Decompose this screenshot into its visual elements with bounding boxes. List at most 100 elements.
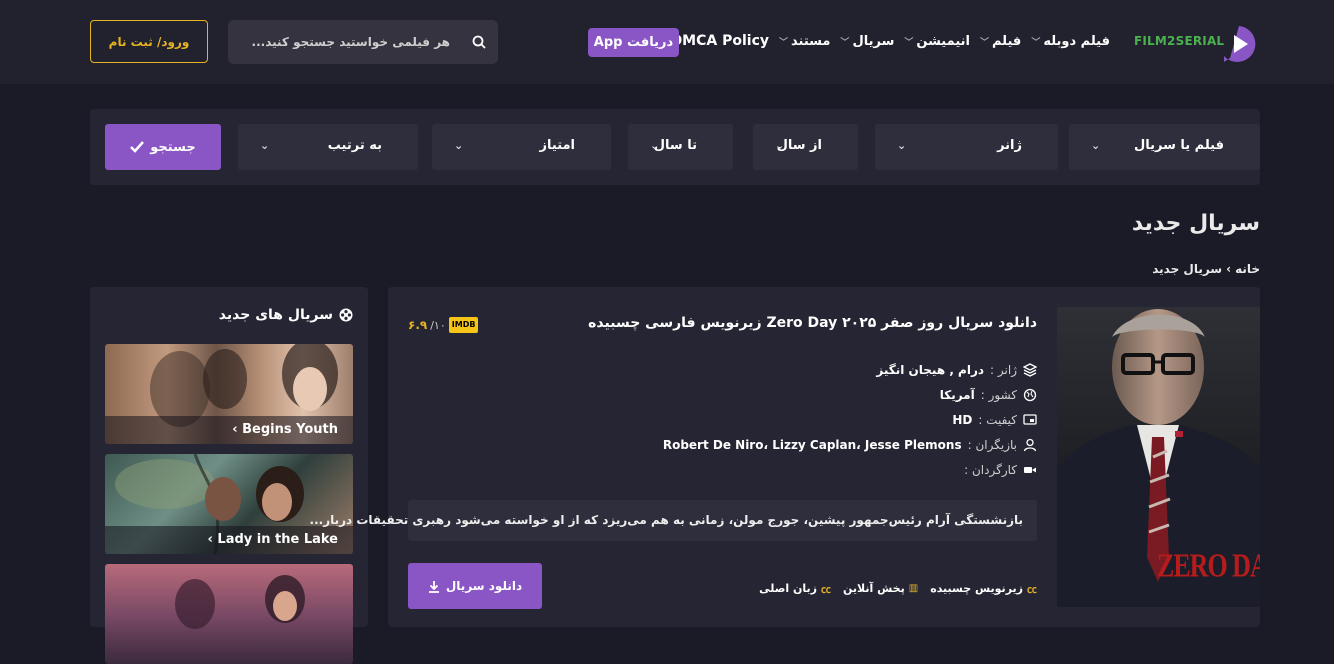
nav-item-dubbed-movies[interactable]: فیلم دوبله ﹀: [1031, 34, 1110, 49]
meta-value: Robert De Niro، Lizzy Caplan، Jesse Plem…: [662, 437, 962, 452]
tag-online-stream: ▥ پخش آنلاین: [843, 581, 918, 596]
series-card-caption: Lady in the Lake ›: [105, 526, 353, 554]
filter-search-button[interactable]: جستجو: [105, 124, 221, 170]
filter-label: امتیاز: [539, 138, 575, 153]
breadcrumb-current: سریال جدید: [1152, 262, 1223, 276]
tag-hardsub: ㏄ زیرنویس چسبیده: [930, 581, 1037, 596]
series-card-begins-youth[interactable]: Begins Youth ›: [105, 344, 353, 444]
language-icon: ㏄: [821, 585, 832, 596]
nav-item-animation[interactable]: انیمیشن ﹀: [904, 34, 970, 49]
user-icon: [1023, 438, 1037, 451]
search-input[interactable]: [228, 20, 456, 64]
chevron-down-icon: ﹀: [840, 37, 850, 48]
chevron-down-icon: ﹀: [904, 37, 914, 48]
series-card-lady-in-the-lake[interactable]: Lady in the Lake ›: [105, 454, 353, 554]
download-label: دانلود سریال: [445, 579, 523, 593]
chevron-down-icon: ⌄: [650, 139, 660, 152]
post-title[interactable]: دانلود سریال روز صفر Zero Day ۲۰۲۵ زیرنو…: [588, 315, 1037, 331]
meta-value: HD: [952, 412, 973, 427]
tag-original-language: ㏄ زبان اصلی: [759, 581, 831, 596]
login-label: ورود/ ثبت نام: [108, 34, 190, 49]
nav-label: مستند: [791, 33, 831, 49]
get-app-button[interactable]: دریافت App: [588, 28, 679, 57]
search-box: [228, 20, 498, 64]
post-card: ZERO DAY دانلود سریال روز صفر Zero Day ۲…: [310, 287, 1260, 627]
filter-type-select[interactable]: فیلم یا سریال ⌄: [1069, 124, 1260, 170]
series-card-title: Lady in the Lake ›: [207, 532, 338, 547]
download-series-button[interactable]: دانلود سریال: [408, 563, 542, 609]
search-icon[interactable]: [472, 35, 486, 49]
imdb-max: /۱۰: [430, 318, 446, 332]
download-icon: [428, 580, 439, 593]
series-card-caption: Begins Youth ›: [105, 416, 353, 444]
meta-value: آمریکا: [939, 387, 975, 402]
meta-genre: ژانر : درام , هیجان انگیز: [663, 357, 1037, 382]
poster-title-text: ZERO DAY: [1157, 546, 1260, 585]
globe-icon: [1023, 388, 1037, 401]
meta-country: کشور : آمریکا: [663, 382, 1037, 407]
series-poster[interactable]: ZERO DAY: [1057, 307, 1260, 607]
series-card-title: Begins Youth ›: [232, 422, 338, 437]
play-logo-icon: [1224, 26, 1256, 62]
tag-label: پخش آنلاین: [843, 582, 905, 595]
chevron-down-icon: ﹀: [779, 37, 789, 48]
nav-item-documentary[interactable]: مستند ﹀: [779, 34, 830, 49]
filter-label: به ترتیب: [327, 138, 382, 153]
page-title: سریال جدید: [1131, 211, 1260, 236]
series-thumbnail: [175, 575, 305, 629]
filter-rating-select[interactable]: امتیاز ⌄: [432, 124, 611, 170]
filter-bar: فیلم یا سریال ⌄ ژانر ⌄ از سال ⌄ تا سال ⌄…: [90, 109, 1260, 185]
chevron-down-icon: ⌄: [260, 139, 270, 152]
meta-cast: بازیگران : Robert De Niro، Lizzy Caplan،…: [663, 432, 1037, 457]
chevron-down-icon: ﹀: [1031, 37, 1041, 48]
sidebar-title-text: سریال های جدید: [218, 307, 333, 323]
nav-label: انیمیشن: [916, 33, 970, 49]
filter-from-year-select[interactable]: از سال ⌄: [753, 124, 858, 170]
logo-text: FILM2SERIAL: [1134, 34, 1225, 48]
filter-genre-select[interactable]: ژانر ⌄: [875, 124, 1058, 170]
imdb-badge: IMDB: [448, 317, 479, 333]
tag-label: زیرنویس چسبیده: [930, 582, 1023, 595]
breadcrumb-separator: ›: [1226, 262, 1232, 276]
meta-key: بازیگران :: [967, 437, 1017, 452]
nav-item-series[interactable]: سریال ﹀: [840, 34, 894, 49]
post-meta: ژانر : درام , هیجان انگیز کشور : آمریکا …: [663, 357, 1037, 482]
get-app-label: دریافت App: [593, 35, 674, 50]
nav-label: فیلم دوبله: [1043, 33, 1110, 49]
filter-search-label: جستجو: [150, 139, 196, 155]
nav-item-dmca[interactable]: DMCA Policy: [671, 33, 769, 49]
video-camera-icon: [1024, 466, 1036, 473]
site-logo[interactable]: FILM2SERIAL: [1134, 24, 1258, 64]
meta-key: کیفیت :: [978, 412, 1017, 427]
screen-icon: [1023, 413, 1037, 425]
meta-director: کارگردان :: [663, 457, 1037, 482]
sidebar-title: سریال های جدید: [219, 307, 353, 323]
breadcrumb: خانه › سریال جدید: [1152, 262, 1260, 276]
login-register-button[interactable]: ورود/ ثبت نام: [90, 20, 208, 63]
meta-quality: کیفیت : HD: [663, 407, 1037, 432]
filter-label: فیلم یا سریال: [1133, 138, 1224, 153]
chevron-down-icon: ⌄: [897, 139, 907, 152]
filter-to-year-select[interactable]: تا سال ⌄: [628, 124, 733, 170]
chevron-down-icon: ⌄: [1091, 139, 1101, 152]
film-reel-icon: [339, 308, 353, 322]
imdb-rating: ۶.۹ /۱۰ IMDB: [408, 317, 479, 333]
chevron-down-icon: ﹀: [979, 37, 989, 48]
series-card-third[interactable]: [105, 564, 353, 664]
checkmark-icon: [130, 141, 145, 153]
filter-label: ژانر: [997, 138, 1022, 153]
subtitle-icon: ㏄: [1027, 585, 1037, 596]
nav-item-movies[interactable]: فیلم ﹀: [980, 34, 1021, 49]
sidebar-new-series: سریال های جدید Begins Youth › Lady in th…: [90, 287, 368, 664]
meta-key: کارگردان :: [964, 462, 1017, 477]
main-nav: فیلم دوبله ﹀ فیلم ﹀ انیمیشن ﹀ سریال ﹀ مس…: [671, 28, 1110, 54]
nav-label: فیلم: [991, 33, 1022, 49]
synopsis-text: بازنشستگی آرام رئیس‌جمهور پیشین، جورج مو…: [309, 513, 1023, 527]
meta-value: درام , هیجان انگیز: [876, 362, 985, 377]
breadcrumb-home-link[interactable]: خانه: [1235, 262, 1260, 276]
post-tags: ㏄ زیرنویس چسبیده ▥ پخش آنلاین ㏄ زبان اصل…: [759, 581, 1037, 596]
filter-sort-select[interactable]: به ترتیب ⌄: [238, 124, 418, 170]
chevron-down-icon: ⌄: [775, 139, 785, 152]
filter-label: تا سال: [653, 138, 697, 153]
meta-key: کشور :: [980, 387, 1017, 402]
